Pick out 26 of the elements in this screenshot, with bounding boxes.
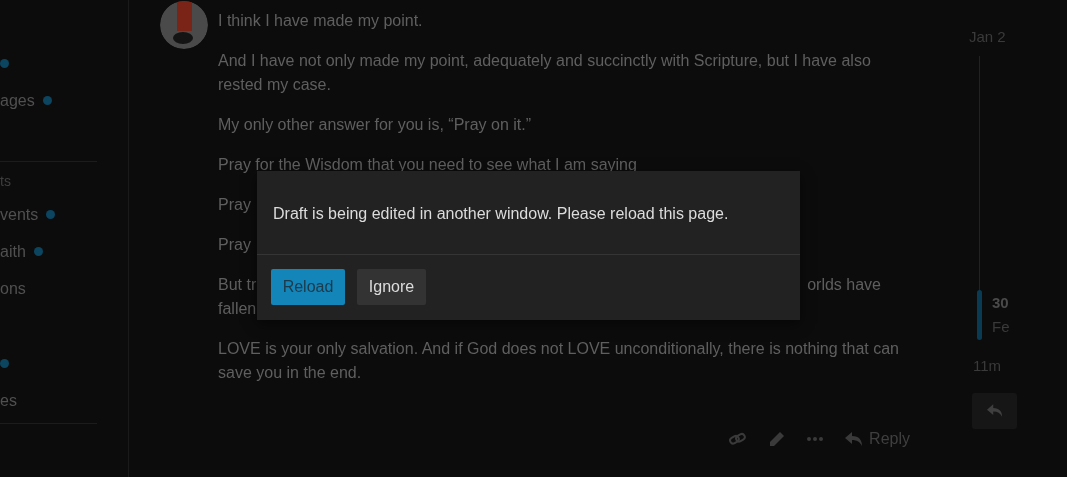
post-paragraph: My only other answer for you is, “Pray on it.” xyxy=(218,115,532,135)
sidebar-item[interactable]: es xyxy=(0,388,17,413)
post-paragraph: I think I have made my point. xyxy=(218,11,424,31)
avatar xyxy=(160,1,208,49)
pencil-icon[interactable] xyxy=(768,430,786,448)
post-paragraph: And I have not only made my point, adequately and succinctly with Scripture, but I have also rested my case. xyxy=(218,51,872,95)
reload-button[interactable]: Reload xyxy=(271,269,345,305)
timeline-handle[interactable] xyxy=(977,290,982,340)
reply-button[interactable] xyxy=(972,393,1017,429)
reply-icon xyxy=(845,431,864,447)
link-icon[interactable] xyxy=(729,432,747,446)
post-text: fallen xyxy=(218,299,257,319)
sidebar-item[interactable]: vents xyxy=(0,202,39,227)
sidebar-item[interactable]: ons xyxy=(0,276,26,301)
sidebar-item[interactable]: aith xyxy=(0,239,26,264)
post-paragraph: LOVE is your only salvation. And if God does not LOVE unconditionally, there is nothing that can save you in the end. xyxy=(218,339,900,383)
post-text: Pray xyxy=(218,195,251,215)
more-icon[interactable] xyxy=(807,437,824,441)
post-text: Pray xyxy=(218,235,251,255)
ignore-button[interactable]: Ignore xyxy=(357,269,426,305)
dialog-message: Draft is being edited in another window. Please reload this page. xyxy=(273,205,729,222)
timeline-day: 30 xyxy=(992,292,1009,315)
post-text: But tr xyxy=(218,275,257,295)
post-text: orlds have xyxy=(807,275,881,295)
reply-icon xyxy=(986,404,1003,418)
sidebar-item[interactable]: ages xyxy=(0,88,35,113)
